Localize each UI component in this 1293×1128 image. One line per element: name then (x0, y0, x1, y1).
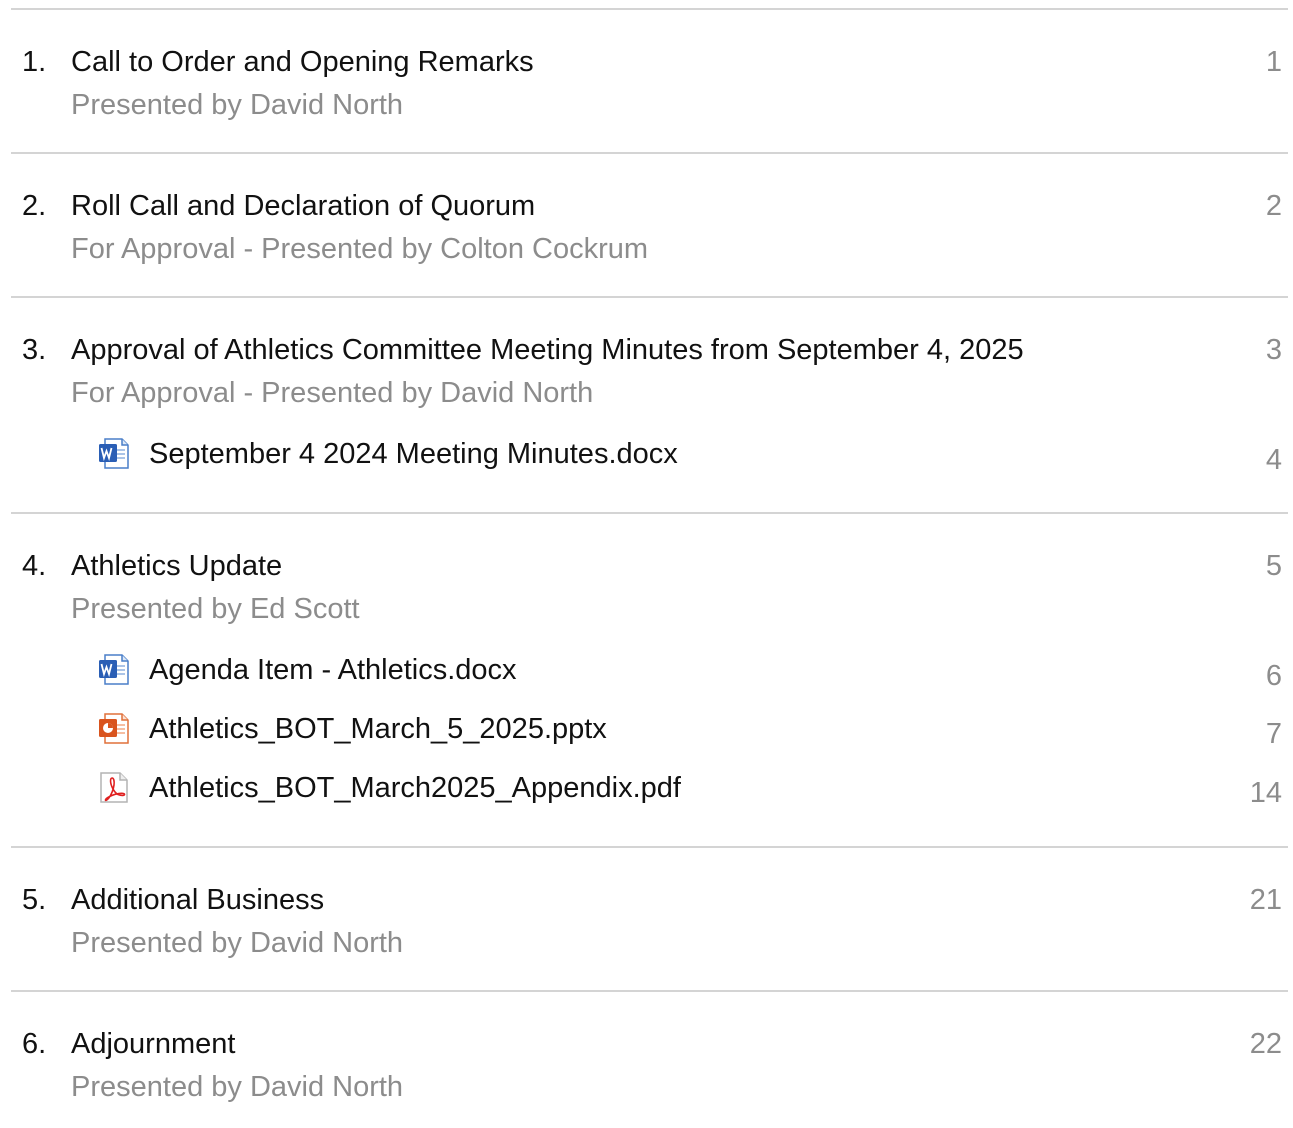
page-number: 14 (1249, 777, 1282, 809)
agenda-item-title[interactable]: Approval of Athletics Committee Meeting … (71, 332, 1024, 368)
divider (11, 152, 1288, 154)
agenda-item-title[interactable]: Additional Business (71, 882, 324, 918)
word-doc-icon (99, 654, 129, 685)
attachment-link[interactable]: Athletics_BOT_March2025_Appendix.pdf (149, 770, 681, 806)
attachment-link[interactable]: September 4 2024 Meeting Minutes.docx (149, 436, 678, 472)
attachment-link[interactable]: Agenda Item - Athletics.docx (149, 652, 517, 688)
item-presenter: Presented by Ed Scott (71, 593, 360, 625)
divider (11, 8, 1288, 10)
agenda-item-title[interactable]: Roll Call and Declaration of Quorum (71, 188, 535, 224)
page-number: 22 (1249, 1028, 1282, 1060)
item-presenter: For Approval - Presented by Colton Cockr… (71, 233, 649, 265)
item-number: 5. (22, 884, 47, 916)
word-doc-icon (99, 438, 129, 469)
page-number: 21 (1249, 884, 1282, 916)
item-presenter: Presented by David North (71, 927, 404, 959)
item-presenter: Presented by David North (71, 89, 404, 121)
attachment-link[interactable]: Athletics_BOT_March_5_2025.pptx (149, 711, 607, 747)
divider (11, 512, 1288, 514)
pdf-icon (100, 772, 128, 803)
page-number: 1 (1265, 46, 1282, 78)
item-presenter: For Approval - Presented by David North (71, 377, 594, 409)
divider (11, 296, 1288, 298)
item-number: 2. (22, 190, 47, 222)
item-number: 3. (22, 334, 47, 366)
page-number: 4 (1265, 444, 1282, 476)
agenda-item-title[interactable]: Call to Order and Opening Remarks (71, 44, 534, 80)
page-number: 5 (1265, 550, 1282, 582)
agenda-item-title[interactable]: Athletics Update (71, 548, 282, 584)
agenda-item-title[interactable]: Adjournment (71, 1026, 235, 1062)
divider (11, 990, 1288, 992)
page-number: 7 (1265, 718, 1282, 750)
item-number: 4. (22, 550, 47, 582)
item-number: 6. (22, 1028, 47, 1060)
page-number: 3 (1265, 334, 1282, 366)
powerpoint-icon (99, 713, 129, 744)
item-presenter: Presented by David North (71, 1071, 404, 1103)
page-number: 6 (1265, 660, 1282, 692)
divider (11, 846, 1288, 848)
item-number: 1. (22, 46, 47, 78)
page-number: 2 (1265, 190, 1282, 222)
